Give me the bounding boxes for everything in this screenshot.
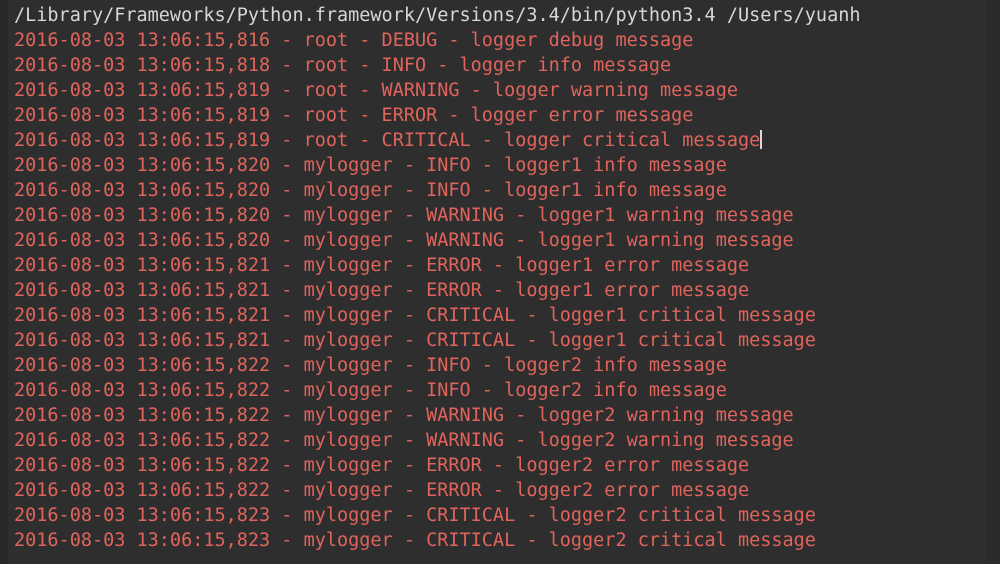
console-log-line-text: 2016-08-03 13:06:15,821 - mylogger - ERR… xyxy=(14,280,750,301)
console-log-line-text: 2016-08-03 13:06:15,821 - mylogger - CRI… xyxy=(14,330,816,351)
console-log-line-text: 2016-08-03 13:06:15,822 - mylogger - ERR… xyxy=(14,480,750,501)
console-log-line: 2016-08-03 13:06:15,821 - mylogger - CRI… xyxy=(14,328,1000,353)
console-right-edge xyxy=(986,0,1000,564)
console-log-line: 2016-08-03 13:06:15,820 - mylogger - INF… xyxy=(14,153,1000,178)
console-log-line: 2016-08-03 13:06:15,823 - mylogger - CRI… xyxy=(14,503,1000,528)
console-log-line-text: 2016-08-03 13:06:15,820 - mylogger - INF… xyxy=(14,155,727,176)
console-log-line-text: 2016-08-03 13:06:15,821 - mylogger - CRI… xyxy=(14,305,816,326)
console-log-line-text: 2016-08-03 13:06:15,820 - mylogger - INF… xyxy=(14,180,727,201)
console-log-line: 2016-08-03 13:06:15,822 - mylogger - WAR… xyxy=(14,403,1000,428)
console-log-line-text: 2016-08-03 13:06:15,822 - mylogger - ERR… xyxy=(14,455,750,476)
console-log-line-text: 2016-08-03 13:06:15,821 - mylogger - ERR… xyxy=(14,255,750,276)
console-log-line: 2016-08-03 13:06:15,822 - mylogger - ERR… xyxy=(14,453,1000,478)
console-log-line-text: 2016-08-03 13:06:15,822 - mylogger - WAR… xyxy=(14,405,794,426)
console-log-line: 2016-08-03 13:06:15,820 - mylogger - WAR… xyxy=(14,203,1000,228)
console-log-line-text: 2016-08-03 13:06:15,823 - mylogger - CRI… xyxy=(14,505,816,526)
console-log-line-text: 2016-08-03 13:06:15,822 - mylogger - INF… xyxy=(14,380,727,401)
console-output-text[interactable]: /Library/Frameworks/Python.framework/Ver… xyxy=(8,0,1000,564)
console-log-line-text: 2016-08-03 13:06:15,822 - mylogger - INF… xyxy=(14,355,727,376)
console-left-gutter xyxy=(0,0,8,564)
console-log-line-text: 2016-08-03 13:06:15,818 - root - INFO - … xyxy=(14,55,672,76)
console-log-line: 2016-08-03 13:06:15,821 - mylogger - ERR… xyxy=(14,253,1000,278)
console-log-line: 2016-08-03 13:06:15,822 - mylogger - ERR… xyxy=(14,478,1000,503)
console-log-line-text: 2016-08-03 13:06:15,820 - mylogger - WAR… xyxy=(14,230,794,251)
console-log-line: 2016-08-03 13:06:15,819 - root - ERROR -… xyxy=(14,103,1000,128)
console-log-line-text: 2016-08-03 13:06:15,819 - root - WARNING… xyxy=(14,80,738,101)
console-log-line: 2016-08-03 13:06:15,822 - mylogger - INF… xyxy=(14,378,1000,403)
console-log-line: 2016-08-03 13:06:15,820 - mylogger - INF… xyxy=(14,178,1000,203)
console-log-line: 2016-08-03 13:06:15,822 - mylogger - WAR… xyxy=(14,428,1000,453)
console-log-line: 2016-08-03 13:06:15,819 - root - CRITICA… xyxy=(14,128,1000,153)
console-pane[interactable]: /Library/Frameworks/Python.framework/Ver… xyxy=(0,0,1000,564)
console-log-line-text: 2016-08-03 13:06:15,820 - mylogger - WAR… xyxy=(14,205,794,226)
console-log-line: 2016-08-03 13:06:15,820 - mylogger - WAR… xyxy=(14,228,1000,253)
console-log-line: 2016-08-03 13:06:15,822 - mylogger - INF… xyxy=(14,353,1000,378)
console-log-line: 2016-08-03 13:06:15,819 - root - WARNING… xyxy=(14,78,1000,103)
console-log-line-text: 2016-08-03 13:06:15,822 - mylogger - WAR… xyxy=(14,430,794,451)
interpreter-command-line: /Library/Frameworks/Python.framework/Ver… xyxy=(14,5,861,26)
console-log-line-text: 2016-08-03 13:06:15,819 - root - ERROR -… xyxy=(14,105,694,126)
console-log-line-text: 2016-08-03 13:06:15,816 - root - DEBUG -… xyxy=(14,30,694,51)
console-log-line: 2016-08-03 13:06:15,821 - mylogger - ERR… xyxy=(14,278,1000,303)
console-log-line: 2016-08-03 13:06:15,823 - mylogger - CRI… xyxy=(14,528,1000,553)
console-log-line: 2016-08-03 13:06:15,821 - mylogger - CRI… xyxy=(14,303,1000,328)
text-caret xyxy=(760,130,763,149)
console-log-line: 2016-08-03 13:06:15,816 - root - DEBUG -… xyxy=(14,28,1000,53)
console-log-line-text: 2016-08-03 13:06:15,823 - mylogger - CRI… xyxy=(14,530,816,551)
console-log-line: 2016-08-03 13:06:15,818 - root - INFO - … xyxy=(14,53,1000,78)
console-log-line-text: 2016-08-03 13:06:15,819 - root - CRITICA… xyxy=(14,130,761,151)
